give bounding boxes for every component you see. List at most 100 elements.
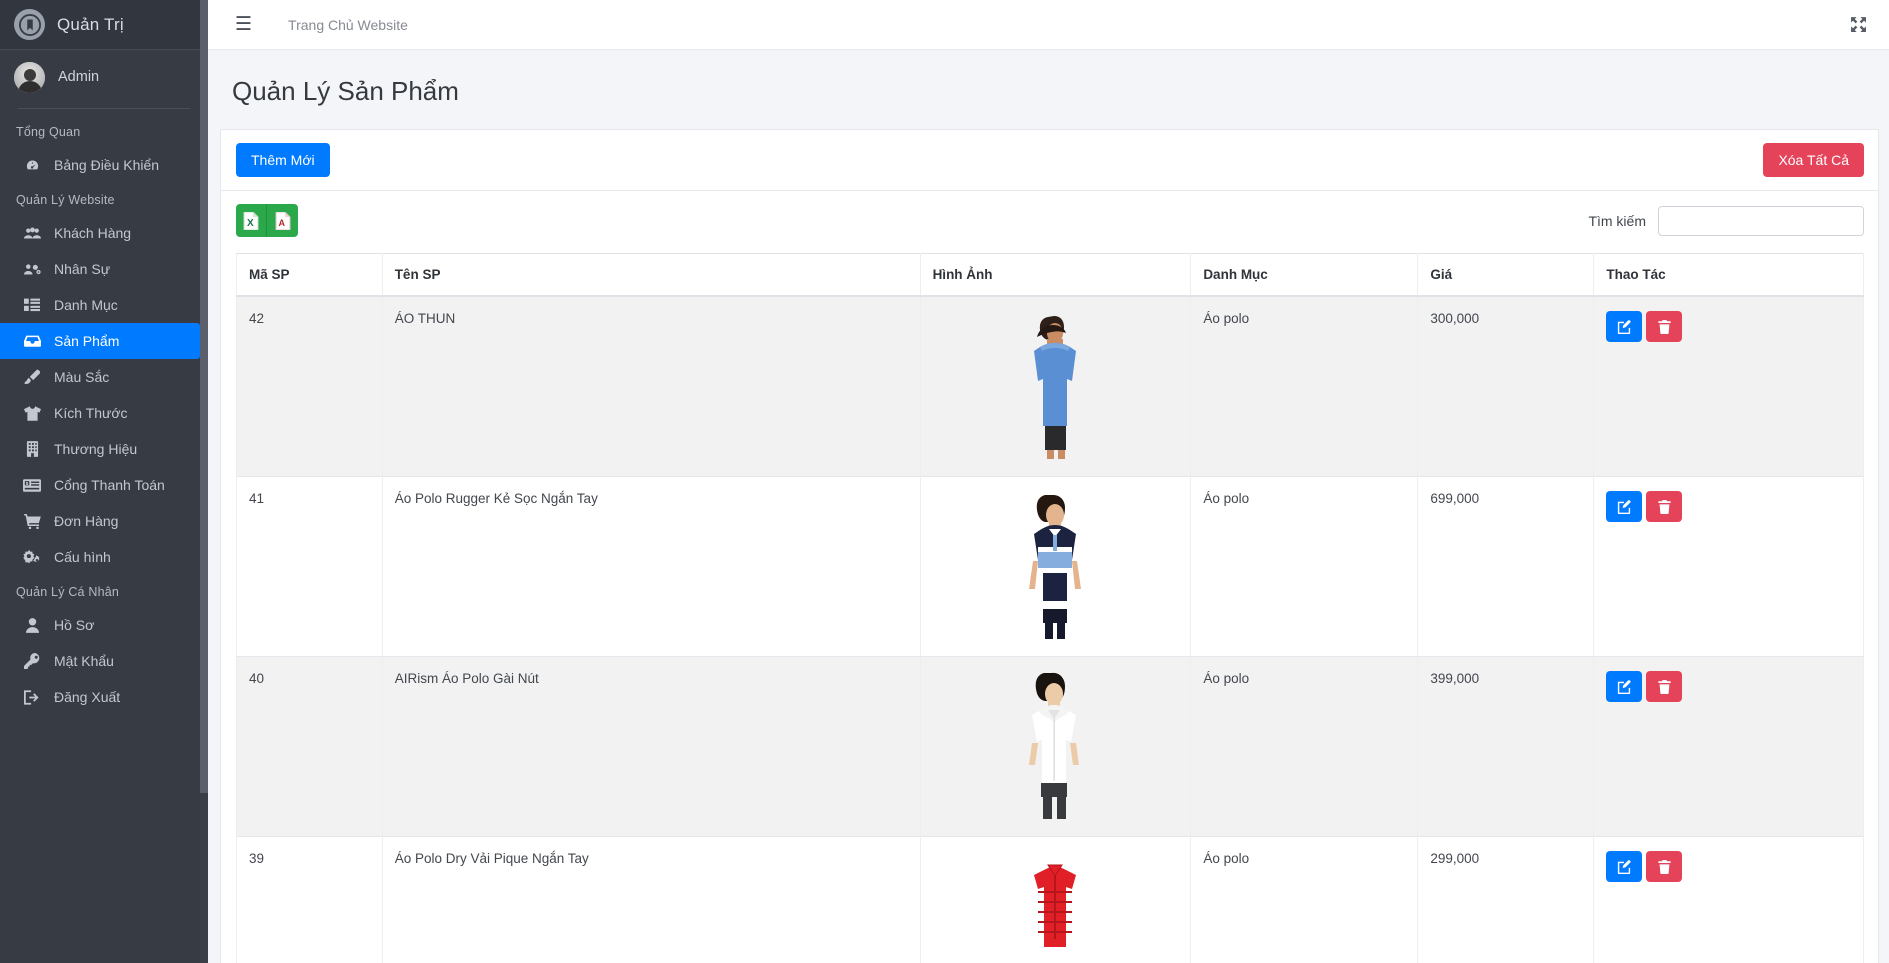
sidebar-user[interactable]: Admin <box>0 50 208 104</box>
dashboard-icon <box>22 158 42 173</box>
edit-button[interactable] <box>1606 671 1643 702</box>
tshirt-icon <box>22 405 42 421</box>
edit-button[interactable] <box>1606 311 1643 342</box>
cell-thao-tac <box>1593 656 1864 837</box>
sidebar-item-brands[interactable]: Thương Hiệu <box>0 431 200 467</box>
cell-hinh-anh <box>920 656 1192 837</box>
add-new-button[interactable]: Thêm Mới <box>236 143 330 177</box>
sidebar-item-label: Kích Thước <box>54 405 128 421</box>
export-button-group: X A <box>236 204 298 237</box>
column-header-gia[interactable]: Giá <box>1417 253 1595 297</box>
sidebar-item-categories[interactable]: Danh Mục <box>0 287 200 323</box>
brush-icon <box>22 369 42 385</box>
cell-thao-tac <box>1593 476 1864 657</box>
table-body: 42 ÁO THUN Áo polo 300,000 41 Áo Polo Ru… <box>236 296 1864 963</box>
sidebar-item-label: Cấu hình <box>54 549 111 565</box>
column-header-ten-sp[interactable]: Tên SP <box>382 253 921 297</box>
sidebar-scrollbar[interactable] <box>200 0 208 963</box>
cell-ma-sp: 40 <box>236 656 383 837</box>
table-row[interactable]: 39 Áo Polo Dry Vải Pique Ngắn Tay Áo pol… <box>236 836 1864 963</box>
export-and-search-row: X A Tìm kiếm <box>236 204 1864 237</box>
card-toolbar: Thêm Mới Xóa Tất Cả <box>221 130 1878 191</box>
sidebar-item-payment-gateway[interactable]: $ Cổng Thanh Toán <box>0 467 200 503</box>
brand-title: Quản Trị <box>57 14 124 34</box>
brand-header[interactable]: Quản Trị <box>0 0 208 50</box>
hamburger-icon[interactable]: ☰ <box>231 13 256 36</box>
cell-ma-sp: 39 <box>236 836 383 963</box>
cell-danh-muc: Áo polo <box>1190 836 1419 963</box>
export-pdf-button[interactable]: A <box>267 204 298 237</box>
cell-gia: 300,000 <box>1417 296 1595 477</box>
edit-pencil-icon <box>1617 319 1631 334</box>
table-row[interactable]: 42 ÁO THUN Áo polo 300,000 <box>236 296 1864 477</box>
admin-app: Quản Trị Admin Tổng Quan Bảng Điều Khiển… <box>0 0 1889 963</box>
column-header-ma-sp[interactable]: Mã SP <box>236 253 383 297</box>
product-image-navy-stripe-polo <box>1007 491 1104 639</box>
cell-ma-sp: 41 <box>236 476 383 657</box>
cell-ten-sp: AIRism Áo Polo Gài Nút <box>382 656 921 837</box>
sidebar-item-dashboard[interactable]: Bảng Điều Khiển <box>0 147 200 183</box>
sidebar-item-label: Nhân Sự <box>54 261 111 277</box>
search-input[interactable] <box>1658 206 1864 236</box>
delete-all-button[interactable]: Xóa Tất Cả <box>1763 143 1864 177</box>
sidebar-item-profile[interactable]: Hồ Sơ <box>0 607 200 643</box>
sidebar-item-orders[interactable]: Đơn Hàng <box>0 503 200 539</box>
export-excel-button[interactable]: X <box>236 204 267 237</box>
product-image-white-polo <box>1007 671 1104 819</box>
sidebar: Quản Trị Admin Tổng Quan Bảng Điều Khiển… <box>0 0 208 963</box>
edit-button[interactable] <box>1606 491 1643 522</box>
sidebar-item-password[interactable]: Mật Khẩu <box>0 643 200 679</box>
pdf-file-icon: A <box>275 211 291 230</box>
delete-button[interactable] <box>1646 311 1683 342</box>
table-header-row: Mã SP Tên SP Hình Ảnh Danh Mục Giá Thao … <box>236 253 1864 297</box>
delete-button[interactable] <box>1646 851 1683 882</box>
sidebar-item-logout[interactable]: Đăng Xuất <box>0 679 200 715</box>
table-row[interactable]: 40 AIRism Áo Polo Gài Nút Áo polo 399,00… <box>236 656 1864 837</box>
users-cog-icon <box>22 262 42 277</box>
sidebar-item-customers[interactable]: Khách Hàng <box>0 215 200 251</box>
sidebar-item-label: Màu Sắc <box>54 369 110 385</box>
delete-button[interactable] <box>1646 491 1683 522</box>
cell-gia: 699,000 <box>1417 476 1595 657</box>
app-logo-icon <box>14 9 45 40</box>
sidebar-item-label: Đăng Xuất <box>54 689 121 705</box>
cell-danh-muc: Áo polo <box>1190 656 1419 837</box>
cell-ten-sp: Áo Polo Rugger Kẻ Sọc Ngắn Tay <box>382 476 921 657</box>
edit-button[interactable] <box>1606 851 1643 882</box>
excel-file-icon: X <box>243 211 259 230</box>
products-table: Mã SP Tên SP Hình Ảnh Danh Mục Giá Thao … <box>236 253 1864 963</box>
row-actions <box>1606 491 1851 522</box>
key-icon <box>22 653 42 669</box>
edit-pencil-icon <box>1617 859 1631 874</box>
sidebar-item-products[interactable]: Sản Phẩm <box>0 323 200 359</box>
table-row[interactable]: 41 Áo Polo Rugger Kẻ Sọc Ngắn Tay Áo pol… <box>236 476 1864 657</box>
column-header-hinh-anh[interactable]: Hình Ảnh <box>920 253 1192 297</box>
topbar: ☰ Trang Chủ Website <box>208 0 1889 50</box>
trash-icon <box>1658 499 1671 514</box>
column-header-thao-tac[interactable]: Thao Tác <box>1593 253 1864 297</box>
breadcrumb[interactable]: Trang Chủ Website <box>288 17 408 33</box>
sidebar-item-sizes[interactable]: Kích Thước <box>0 395 200 431</box>
cell-gia: 399,000 <box>1417 656 1595 837</box>
payment-card-icon: $ <box>22 478 42 492</box>
cell-danh-muc: Áo polo <box>1190 476 1419 657</box>
svg-text:A: A <box>278 218 285 228</box>
column-header-danh-muc[interactable]: Danh Mục <box>1190 253 1419 297</box>
user-name: Admin <box>58 69 100 85</box>
sidebar-divider <box>18 108 190 109</box>
cell-thao-tac <box>1593 296 1864 477</box>
cell-thao-tac <box>1593 836 1864 963</box>
sidebar-item-label: Sản Phẩm <box>54 333 120 349</box>
fullscreen-arrows-icon[interactable] <box>1850 16 1867 33</box>
trash-icon <box>1658 319 1671 334</box>
sidebar-item-staff[interactable]: Nhân Sự <box>0 251 200 287</box>
sidebar-scrollbar-thumb[interactable] <box>200 0 208 793</box>
sidebar-item-colors[interactable]: Màu Sắc <box>0 359 200 395</box>
sidebar-item-label: Cổng Thanh Toán <box>54 477 165 493</box>
logout-icon <box>22 689 42 705</box>
cart-icon <box>22 513 42 529</box>
sidebar-item-settings[interactable]: Cấu hình <box>0 539 200 575</box>
sidebar-item-label: Bảng Điều Khiển <box>54 157 160 173</box>
delete-button[interactable] <box>1646 671 1683 702</box>
sidebar-section-overview: Tổng Quan <box>16 125 81 139</box>
